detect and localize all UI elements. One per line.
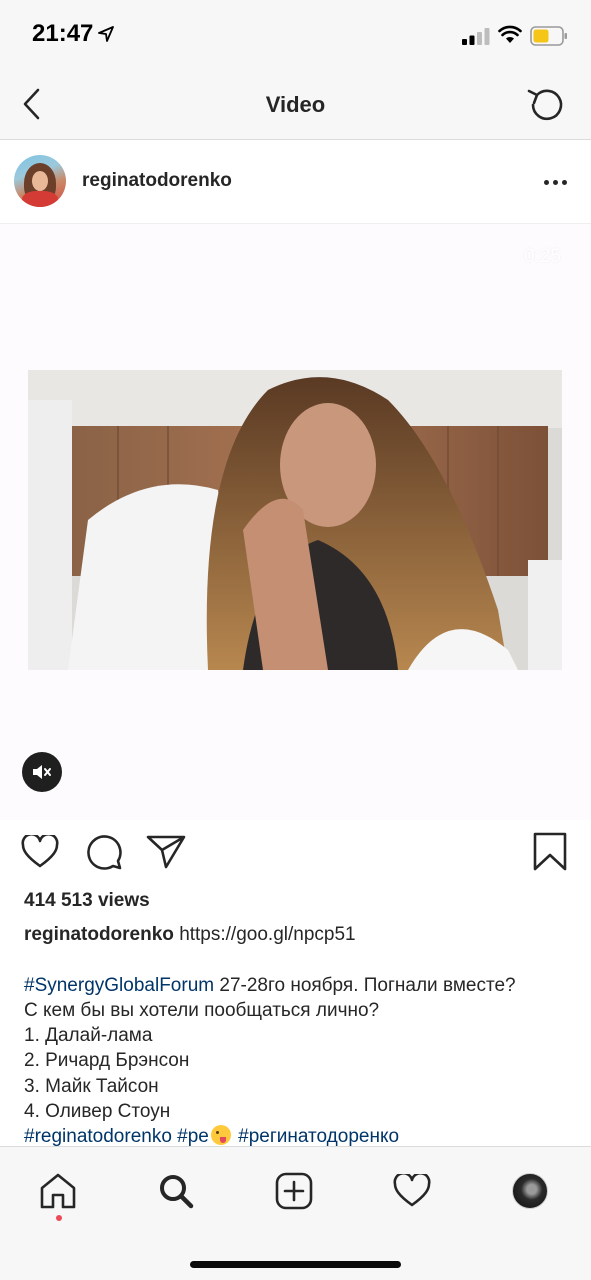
share-icon [146, 835, 186, 869]
share-button[interactable] [146, 832, 186, 872]
bottom-tab-bar [0, 1146, 591, 1280]
home-icon [40, 1173, 76, 1209]
video-frame[interactable] [28, 370, 562, 670]
status-time: 21:47 [32, 20, 94, 47]
mute-button[interactable] [22, 752, 62, 792]
navigation-bar: Video [0, 70, 591, 140]
video-thumbnail [28, 370, 562, 670]
caption-username[interactable]: reginatodorenko [24, 924, 174, 945]
post-username[interactable]: reginatodorenko [82, 170, 232, 192]
activity-heart-icon [393, 1174, 431, 1207]
notification-dot [56, 1215, 62, 1221]
battery-icon [530, 26, 567, 46]
cellular-signal-icon [462, 28, 490, 45]
avatar[interactable] [14, 155, 66, 207]
comment-icon [87, 835, 122, 870]
tab-profile[interactable] [508, 1169, 552, 1213]
view-count[interactable]: 414 513 views [24, 890, 150, 912]
more-options-button[interactable] [540, 170, 570, 194]
tab-home[interactable] [36, 1169, 80, 1213]
hashtag-link[interactable]: #reginatodorenko [24, 1126, 172, 1147]
caption-link[interactable]: https://goo.gl/npcp51 [179, 924, 355, 945]
search-icon [160, 1175, 194, 1209]
speaker-muted-icon [33, 765, 51, 779]
save-button[interactable] [530, 832, 570, 872]
location-arrow-icon [98, 26, 114, 42]
post-caption: reginatodorenko https://goo.gl/npcp51 #S… [24, 922, 574, 1150]
caption-list-item: 3. Майк Тайсон [24, 1075, 159, 1097]
bookmark-icon [533, 832, 567, 871]
like-button[interactable] [20, 832, 60, 872]
video-duration: 0:25 [524, 246, 561, 267]
post-header: reginatodorenko [0, 140, 591, 224]
hashtag-link[interactable]: #SynergyGlobalForum [24, 975, 214, 996]
caption-text: С кем бы вы хотели пообщаться лично? [24, 999, 380, 1021]
page-title: Video [265, 92, 326, 117]
video-player[interactable]: 0:25 [0, 224, 591, 820]
wifi-icon [498, 25, 522, 43]
caption-text: 27-28го ноября. Погнали вместе? [214, 974, 516, 996]
refresh-button[interactable] [522, 82, 568, 128]
caption-list-item: 4. Оливер Стоун [24, 1101, 171, 1123]
profile-avatar [512, 1173, 548, 1209]
tab-activity[interactable] [390, 1169, 434, 1213]
heart-icon [21, 835, 59, 868]
post-actions [0, 822, 591, 882]
tab-new-post[interactable] [272, 1169, 316, 1213]
tab-search[interactable] [154, 1169, 198, 1213]
caption-list-item: 2. Ричард Брэнсон [24, 1050, 190, 1072]
refresh-icon [527, 89, 563, 121]
comment-button[interactable] [84, 832, 124, 872]
hashtag-link[interactable]: #регинатодоренко [238, 1126, 399, 1147]
home-indicator[interactable] [190, 1261, 401, 1268]
more-horizontal-icon [543, 179, 549, 185]
hashtag-link[interactable]: #ре [177, 1126, 209, 1147]
caption-list-item: 1. Далай-лама [24, 1025, 153, 1047]
status-bar: 21:47 [0, 0, 591, 70]
new-post-icon [275, 1172, 313, 1210]
winking-tongue-emoji-icon [210, 1125, 231, 1146]
